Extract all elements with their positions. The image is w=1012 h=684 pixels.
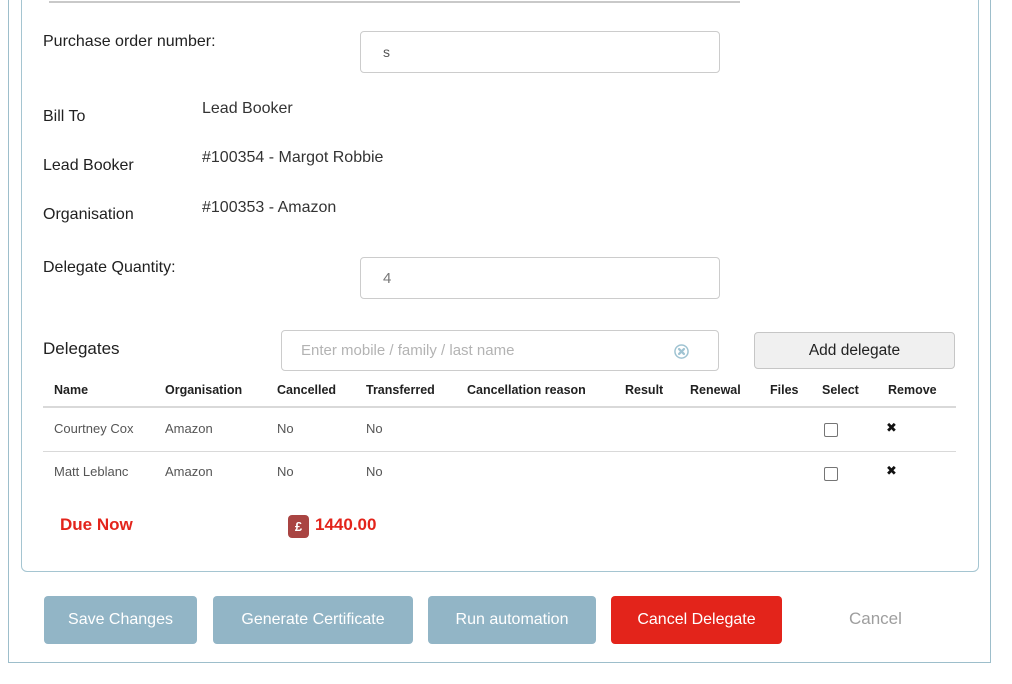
row2-remove-icon[interactable]: ✖	[886, 464, 897, 478]
row2-organisation: Amazon	[165, 464, 213, 479]
delegate-search-input[interactable]	[281, 330, 719, 371]
col-header-remove: Remove	[888, 383, 937, 397]
cancel-delegate-button[interactable]: Cancel Delegate	[611, 596, 782, 644]
row1-cancelled: No	[277, 421, 294, 436]
row1-select-checkbox[interactable]	[824, 423, 838, 437]
delegates-heading: Delegates	[43, 339, 120, 359]
col-header-result: Result	[625, 383, 663, 397]
row2-name: Matt Leblanc	[54, 464, 128, 479]
col-header-select: Select	[822, 383, 859, 397]
bill-to-value: Lead Booker	[202, 100, 293, 118]
row2-select-checkbox[interactable]	[824, 467, 838, 481]
col-header-files: Files	[770, 383, 799, 397]
col-header-transferred: Transferred	[366, 383, 435, 397]
purchase-order-label: Purchase order number:	[43, 33, 216, 51]
row1-name: Courtney Cox	[54, 421, 133, 436]
row2-transferred: No	[366, 464, 383, 479]
table-row-divider	[43, 451, 956, 452]
row1-remove-icon[interactable]: ✖	[886, 421, 897, 435]
save-changes-button[interactable]: Save Changes	[44, 596, 197, 644]
due-now-label: Due Now	[60, 515, 133, 535]
delegate-booking-form: Purchase order number: Bill To Lead Book…	[0, 0, 1012, 684]
organisation-label: Organisation	[43, 206, 134, 224]
top-divider	[49, 1, 740, 3]
cancel-button[interactable]: Cancel	[843, 608, 908, 630]
row2-cancelled: No	[277, 464, 294, 479]
delegate-quantity-input[interactable]	[360, 257, 720, 299]
organisation-value: #100353 - Amazon	[202, 199, 336, 217]
delegate-quantity-label: Delegate Quantity:	[43, 259, 176, 277]
due-now-amount: 1440.00	[315, 515, 376, 535]
col-header-cancelled: Cancelled	[277, 383, 336, 397]
add-delegate-button[interactable]: Add delegate	[754, 332, 955, 369]
clear-search-icon[interactable]	[674, 344, 689, 359]
col-header-name: Name	[54, 383, 88, 397]
row1-organisation: Amazon	[165, 421, 213, 436]
col-header-cancellation-reason: Cancellation reason	[467, 383, 586, 397]
col-header-organisation: Organisation	[165, 383, 242, 397]
lead-booker-value: #100354 - Margot Robbie	[202, 149, 383, 167]
generate-certificate-button[interactable]: Generate Certificate	[213, 596, 413, 644]
run-automation-button[interactable]: Run automation	[428, 596, 596, 644]
col-header-renewal: Renewal	[690, 383, 741, 397]
table-header-divider	[43, 406, 956, 408]
purchase-order-input[interactable]	[360, 31, 720, 73]
lead-booker-label: Lead Booker	[43, 157, 134, 175]
bill-to-label: Bill To	[43, 108, 85, 126]
currency-badge: £	[288, 515, 309, 538]
row1-transferred: No	[366, 421, 383, 436]
